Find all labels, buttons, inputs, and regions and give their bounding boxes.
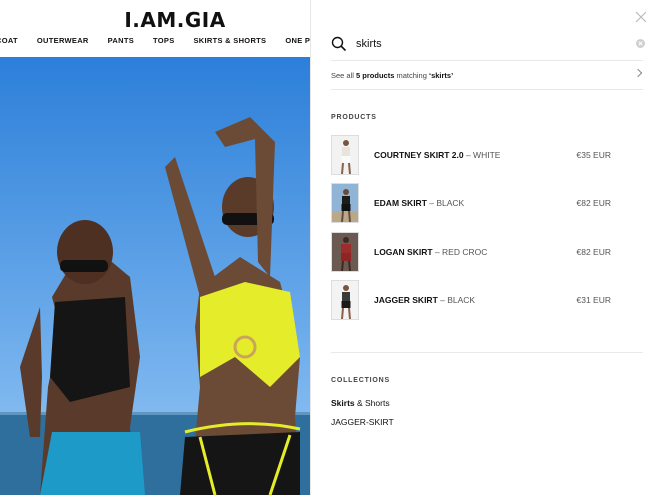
close-icon[interactable] [634,10,648,24]
hero-image [0,57,310,495]
nav-item-tops[interactable]: TOPS [153,36,174,45]
divider [331,352,643,353]
search-panel: See all 5 products matching ‘skirts’ PRO… [310,0,660,495]
search-bar [331,34,649,54]
nav-item-pants[interactable]: PANTS [108,36,134,45]
product-price: €35 EUR [576,150,612,160]
search-icon[interactable] [331,36,347,52]
collection-link-skirts-shorts[interactable]: Skirts & Shorts [331,398,390,408]
product-thumbnail [331,232,359,272]
collection-link-jagger-skirt[interactable]: JAGGER-SKIRT [331,417,394,427]
nav-item-one-pieces[interactable]: ONE PIECES [285,36,310,45]
storefront: I.AM.GIA COAT OUTERWEAR PANTS TOPS SKIRT… [0,0,310,495]
search-input[interactable] [356,38,616,50]
product-thumbnail [331,135,359,175]
product-name: EDAM SKIRT – BLACK [374,198,465,208]
divider [331,89,643,90]
chevron-right-icon [633,68,643,78]
see-all-results-link[interactable]: See all 5 products matching ‘skirts’ [331,66,643,84]
main-nav: COAT OUTERWEAR PANTS TOPS SKIRTS & SHORT… [0,36,310,45]
see-all-count: 5 products [356,70,395,80]
product-item[interactable]: COURTNEY SKIRT 2.0 – WHITE €35 EUR [331,134,611,176]
product-price: €31 EUR [576,295,612,305]
products-heading: PRODUCTS [331,114,377,121]
product-item[interactable]: EDAM SKIRT – BLACK €82 EUR [331,182,611,224]
product-name: LOGAN SKIRT – RED CROC [374,247,488,257]
product-thumbnail [331,183,359,223]
see-all-prefix: See all [331,70,354,80]
product-name: JAGGER SKIRT – BLACK [374,295,476,305]
nav-item-outerwear[interactable]: OUTERWEAR [37,36,89,45]
product-name: COURTNEY SKIRT 2.0 – WHITE [374,150,501,160]
see-all-middle: matching [396,70,427,80]
nav-item-coat[interactable]: COAT [0,36,18,45]
product-item[interactable]: LOGAN SKIRT – RED CROC €82 EUR [331,231,611,273]
nav-item-skirts-shorts[interactable]: SKIRTS & SHORTS [194,36,267,45]
product-thumbnail [331,280,359,320]
collections-heading: COLLECTIONS [331,377,390,384]
product-price: €82 EUR [576,247,612,257]
see-all-term: ‘skirts’ [429,70,454,80]
product-item[interactable]: JAGGER SKIRT – BLACK €31 EUR [331,279,611,321]
site-logo[interactable]: I.AM.GIA [0,8,310,32]
product-price: €82 EUR [576,198,612,208]
clear-icon[interactable] [636,39,645,48]
divider [331,60,643,61]
